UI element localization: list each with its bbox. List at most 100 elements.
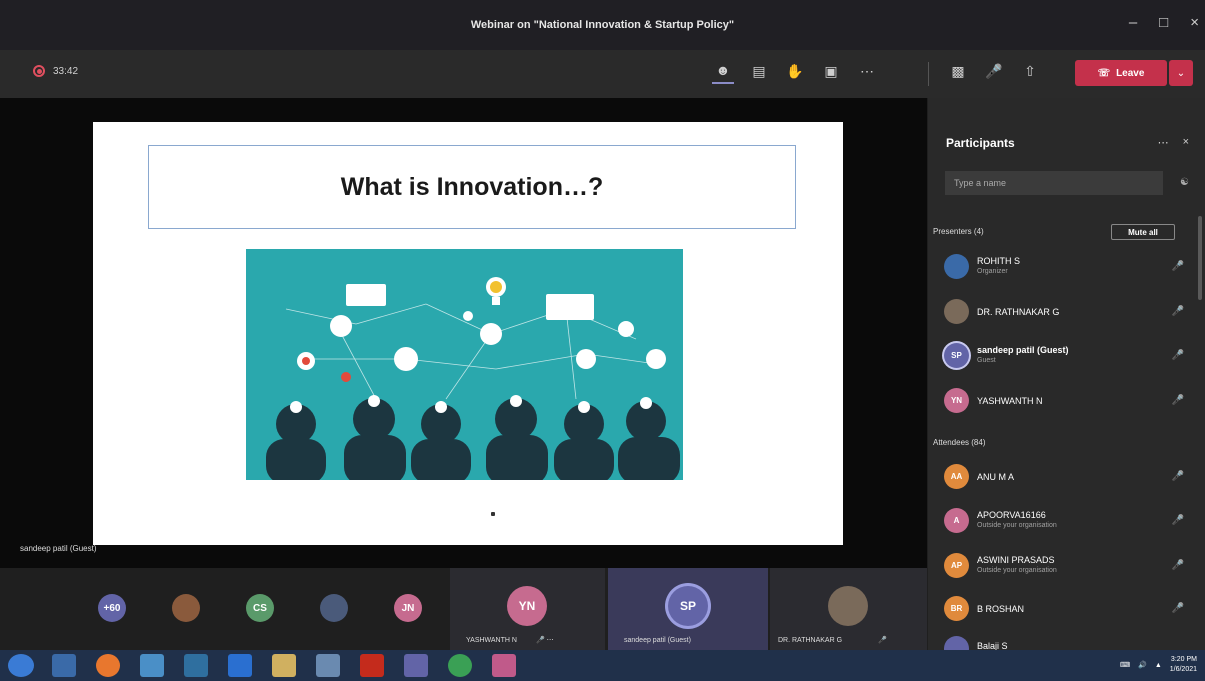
leave-options-button[interactable]: ⌄	[1169, 60, 1193, 86]
internet-explorer-icon[interactable]	[228, 654, 252, 677]
panel-title: Participants	[946, 136, 1015, 150]
teams-meeting-window: Webinar on "National Innovation & Startu…	[0, 0, 1205, 681]
more-participants-button[interactable]: +60	[98, 594, 126, 622]
add-people-icon[interactable]: ☯	[1180, 177, 1189, 188]
share-screen-icon[interactable]: ⇧	[1019, 58, 1041, 84]
more-options-icon[interactable]: ⋯	[1158, 136, 1169, 149]
media-controls: ▩ 🎤 ⇧	[947, 58, 1041, 84]
mic-muted-icon: 🎤	[1171, 560, 1184, 571]
participant-row[interactable]: SP sandeep patil (Guest) Guest 🎤	[944, 341, 1184, 371]
mic-muted-icon: 🎤	[878, 637, 887, 644]
notepad-icon[interactable]	[316, 654, 340, 677]
video-tile-rathnakar[interactable]: DR. RATHNAKAR G 🎤	[770, 568, 927, 650]
keyboard-icon[interactable]: ⌨	[1120, 661, 1130, 669]
participant-row[interactable]: AP ASWINI PRASADS Outside your organisat…	[944, 551, 1184, 581]
recording-indicator: 33:42	[33, 65, 78, 77]
participant-avatar: YN	[944, 388, 969, 413]
participant-row[interactable]: BR B ROSHAN 🎤	[944, 594, 1184, 624]
participant-photo-avatar[interactable]	[172, 594, 200, 622]
firefox-icon[interactable]	[96, 654, 120, 677]
raise-hand-icon[interactable]: ✋	[784, 58, 806, 84]
meeting-actions: ☻ ▤ ✋ ▣ ⋯	[712, 58, 878, 84]
record-icon	[33, 65, 45, 77]
more-actions-icon[interactable]: ⋯	[856, 58, 878, 84]
media-player-icon[interactable]	[52, 654, 76, 677]
participant-role: Guest	[977, 357, 996, 364]
participant-avatar: AA	[944, 464, 969, 489]
meeting-timer: 33:42	[53, 65, 79, 77]
panel-header-actions: ⋯ ×	[1158, 136, 1189, 149]
close-panel-icon[interactable]: ×	[1183, 136, 1189, 149]
participant-avatar: SP	[944, 343, 969, 368]
participant-name: DR. RATHNAKAR G	[977, 307, 1060, 317]
participant-row[interactable]: ROHITH S Organizer 🎤	[944, 252, 1184, 282]
tile-avatar: YN	[507, 586, 547, 626]
panel-scrollbar[interactable]	[1198, 216, 1202, 300]
mic-muted-icon: 🎤	[1171, 395, 1184, 406]
camera-off-icon[interactable]: ▩	[947, 58, 969, 84]
breakout-rooms-icon[interactable]: ▣	[820, 58, 842, 84]
volume-icon[interactable]: 🔊	[1138, 661, 1147, 669]
maximize-icon[interactable]: □	[1159, 14, 1168, 31]
participant-name: ANU M A	[977, 472, 1015, 482]
participant-name: YASHWANTH N	[977, 396, 1043, 406]
participants-icon[interactable]: ☻	[712, 58, 734, 84]
start-button-icon[interactable]	[8, 654, 34, 677]
chat-icon[interactable]: ▤	[748, 58, 770, 84]
participant-avatar: BR	[944, 596, 969, 621]
system-tray: ⌨ 🔊 ▲ 3:20 PM 1/6/2021	[1120, 655, 1197, 675]
mic-muted-icon: 🎤	[1171, 603, 1184, 614]
avatar-cs[interactable]: CS	[246, 594, 274, 622]
participant-gallery: +60 CS JN YN YASHWANTH N 🎤 ⋯ SP sandeep …	[0, 568, 927, 650]
pdf-reader-icon[interactable]	[360, 654, 384, 677]
attendees-section-header[interactable]: Attendees (84)	[933, 438, 985, 447]
innovation-illustration	[246, 249, 683, 480]
paint-icon[interactable]	[492, 654, 516, 677]
teams-icon[interactable]	[404, 654, 428, 677]
participant-row[interactable]: AA ANU M A 🎤	[944, 462, 1184, 492]
app-window-icon[interactable]	[184, 654, 208, 677]
toolbar-divider	[928, 62, 929, 86]
participant-name: B ROSHAN	[977, 604, 1025, 614]
participant-role: Organizer	[977, 268, 1008, 275]
shared-content-stage: What is Innovation…? sandeep patil (Gues…	[0, 98, 927, 568]
window-title: Webinar on "National Innovation & Startu…	[470, 19, 735, 31]
participant-row[interactable]: A APOORVA16166 Outside your organisation…	[944, 506, 1184, 536]
tile-name: YASHWANTH N	[466, 637, 517, 644]
explorer-window-icon[interactable]	[140, 654, 164, 677]
tile-name: DR. RATHNAKAR G	[778, 637, 843, 644]
participant-name: sandeep patil (Guest)	[977, 345, 1069, 355]
network-icon[interactable]: ▲	[1155, 662, 1162, 669]
mic-muted-icon: 🎤	[1171, 471, 1184, 482]
minimize-icon[interactable]: –	[1129, 14, 1137, 31]
participant-row[interactable]: Balaji S	[944, 634, 1184, 650]
mic-off-icon[interactable]: 🎤	[983, 58, 1005, 84]
leave-button[interactable]: ☏ Leave	[1075, 60, 1167, 86]
video-tile-sandeep[interactable]: SP sandeep patil (Guest)	[608, 568, 768, 650]
chevron-down-icon: ⌄	[1176, 67, 1186, 79]
mute-all-button[interactable]: Mute all	[1111, 224, 1175, 240]
avatar-jn[interactable]: JN	[394, 594, 422, 622]
presenters-section-header[interactable]: Presenters (4)	[933, 227, 984, 236]
slide-title: What is Innovation…?	[340, 172, 604, 201]
mic-muted-icon: 🎤 ⋯	[536, 637, 554, 644]
clock-time: 3:20 PM	[1170, 656, 1197, 663]
close-icon[interactable]: ×	[1190, 14, 1199, 31]
participant-photo-avatar	[944, 299, 969, 324]
participant-row[interactable]: DR. RATHNAKAR G 🎤	[944, 297, 1184, 327]
video-tile-yashwanth[interactable]: YN YASHWANTH N 🎤 ⋯	[450, 568, 605, 650]
participant-photo-avatar[interactable]	[320, 594, 348, 622]
participant-search-input[interactable]	[945, 171, 1163, 195]
participant-name: ROHITH S	[977, 256, 1021, 266]
meeting-toolbar: 33:42 ☻ ▤ ✋ ▣ ⋯ ▩ 🎤 ⇧ ☏ Leave ⌄	[0, 50, 1205, 98]
clock-date: 1/6/2021	[1169, 666, 1197, 673]
file-explorer-icon[interactable]	[272, 654, 296, 677]
mic-muted-icon: 🎤	[1171, 515, 1184, 526]
chrome-icon[interactable]	[448, 654, 472, 677]
taskbar-clock[interactable]: 3:20 PM 1/6/2021	[1170, 655, 1197, 675]
participant-row[interactable]: YN YASHWANTH N 🎤	[944, 386, 1184, 416]
title-bar: Webinar on "National Innovation & Startu…	[0, 0, 1205, 50]
mouse-cursor	[491, 512, 495, 516]
window-controls: – □ ×	[1129, 14, 1199, 31]
leave-label: Leave	[1116, 67, 1145, 79]
